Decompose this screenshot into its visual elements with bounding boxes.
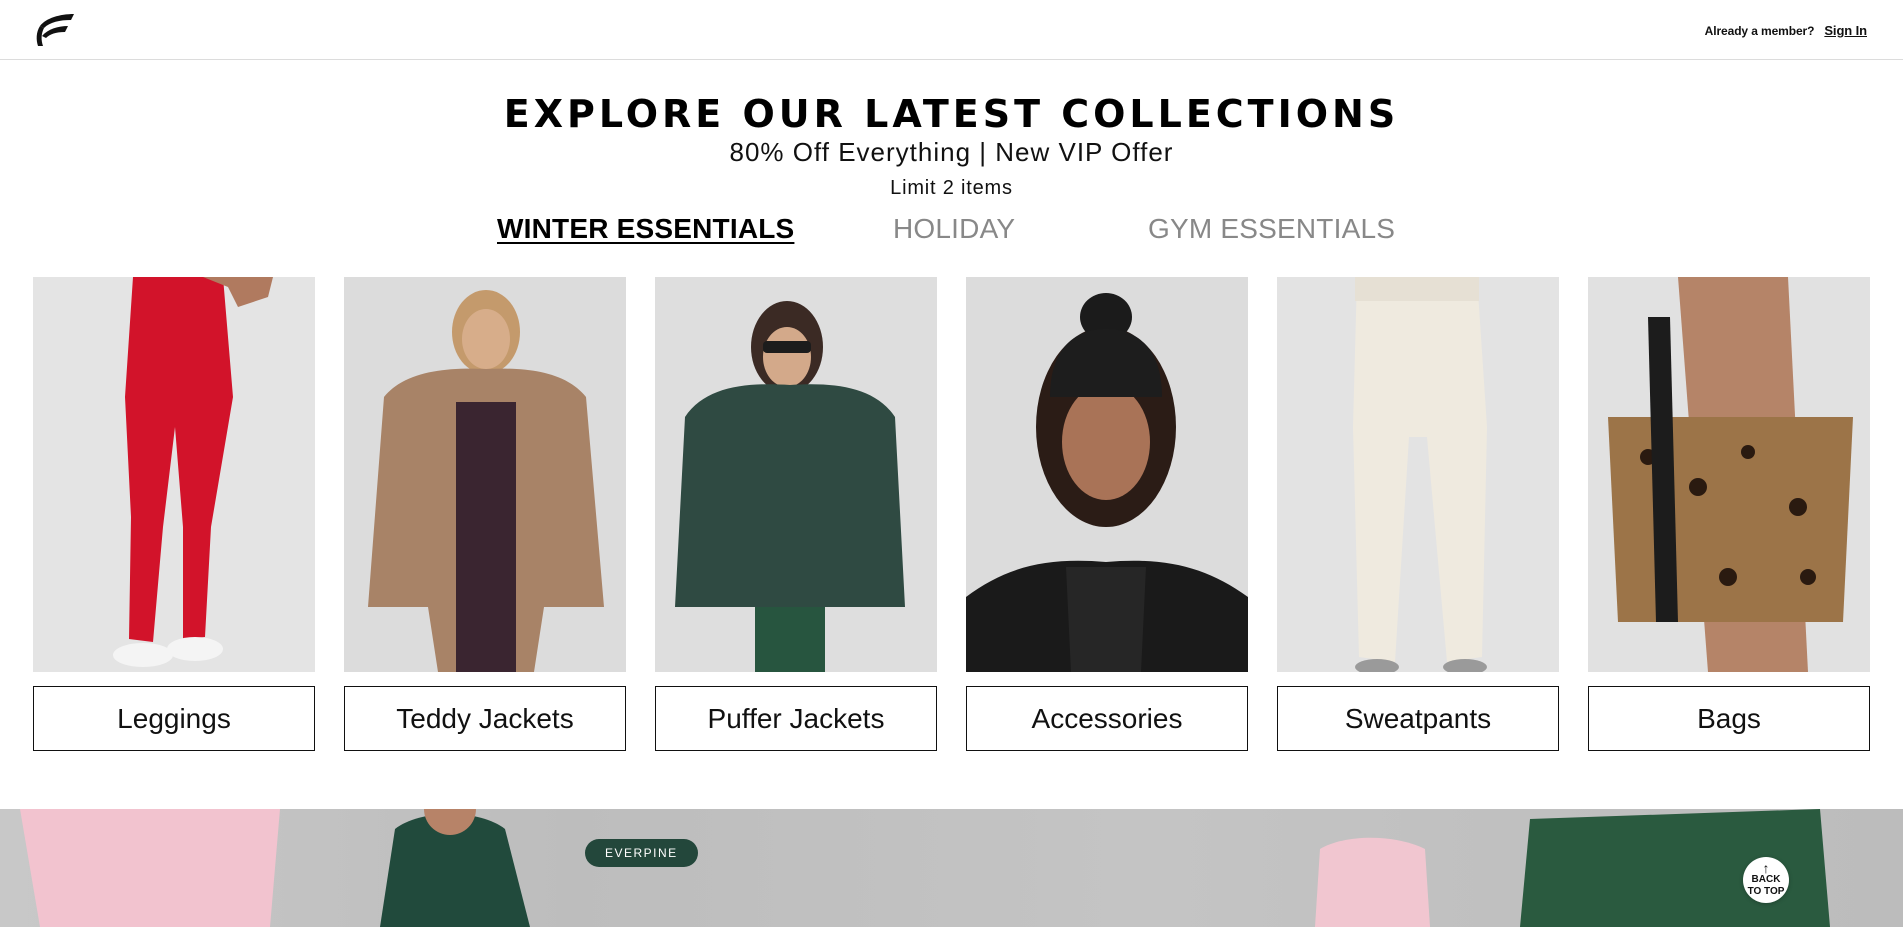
puffer-jacket-photo[interactable] bbox=[655, 277, 937, 672]
tab-holiday[interactable]: HOLIDAY bbox=[893, 213, 1015, 245]
tab-winter-essentials[interactable]: WINTER ESSENTIALS bbox=[497, 213, 794, 245]
member-question: Already a member? bbox=[1704, 23, 1815, 38]
promo-banner[interactable]: EVERPINE bbox=[0, 809, 1903, 927]
arrow-up-icon: ↑ bbox=[1762, 860, 1770, 876]
brand-logo-icon[interactable] bbox=[34, 12, 76, 48]
teddy-jackets-button[interactable]: Teddy Jackets bbox=[344, 686, 626, 751]
page-headline: EXPLORE OUR LATEST COLLECTIONS bbox=[503, 92, 1400, 136]
member-area: Already a member? Sign In bbox=[1705, 23, 1867, 38]
bags-button[interactable]: Bags bbox=[1588, 686, 1870, 751]
accessories-button[interactable]: Accessories bbox=[966, 686, 1248, 751]
sign-in-link[interactable]: Sign In bbox=[1824, 23, 1867, 38]
product-card-accessories: Accessories bbox=[966, 277, 1248, 751]
product-card-bags: Bags bbox=[1588, 277, 1870, 751]
everpine-badge: EVERPINE bbox=[585, 839, 698, 867]
sweatpants-photo[interactable] bbox=[1277, 277, 1559, 672]
collection-tabs: WINTER ESSENTIALS HOLIDAY GYM ESSENTIALS bbox=[0, 213, 1903, 253]
back-to-top-label-2: TO TOP bbox=[1747, 886, 1785, 897]
red-leggings-photo[interactable] bbox=[33, 277, 315, 672]
back-to-top-button[interactable]: ↑ BACK TO TOP bbox=[1743, 857, 1789, 903]
limit-text: Limit 2 items bbox=[890, 177, 1013, 199]
product-card-sweatpants: Sweatpants bbox=[1277, 277, 1559, 751]
leopard-tote-photo[interactable] bbox=[1588, 277, 1870, 672]
site-header: Already a member? Sign In bbox=[0, 0, 1903, 60]
offer-text: 80% Off Everything | New VIP Offer bbox=[729, 137, 1174, 167]
leggings-button[interactable]: Leggings bbox=[33, 686, 315, 751]
beanie-photo[interactable] bbox=[966, 277, 1248, 672]
tab-gym-essentials[interactable]: GYM ESSENTIALS bbox=[1148, 213, 1395, 245]
product-card-leggings: Leggings bbox=[33, 277, 315, 751]
product-card-puffer-jackets: Puffer Jackets bbox=[655, 277, 937, 751]
product-card-teddy-jackets: Teddy Jackets bbox=[344, 277, 626, 751]
puffer-jackets-button[interactable]: Puffer Jackets bbox=[655, 686, 937, 751]
teddy-jacket-photo[interactable] bbox=[344, 277, 626, 672]
back-to-top-label-1: BACK bbox=[1751, 874, 1781, 885]
sweatpants-button[interactable]: Sweatpants bbox=[1277, 686, 1559, 751]
